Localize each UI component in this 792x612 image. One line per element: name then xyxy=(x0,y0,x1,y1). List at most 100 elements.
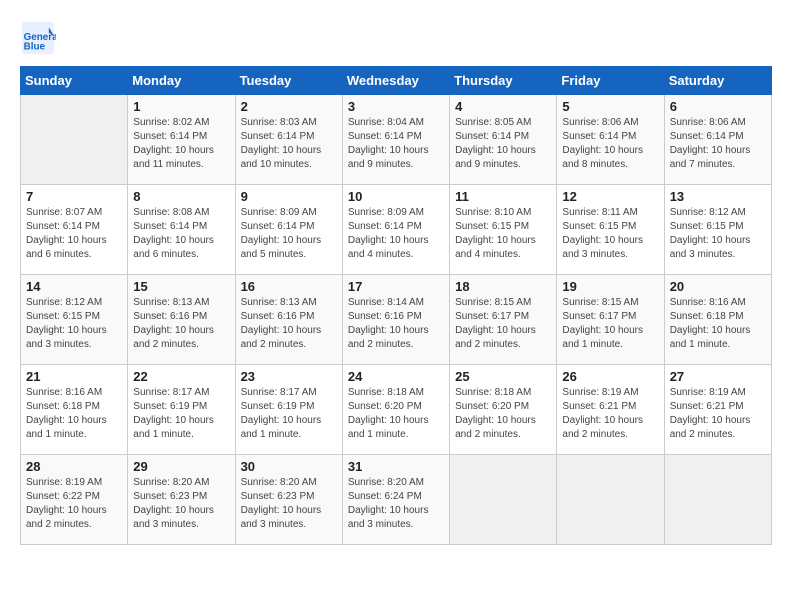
day-info: Sunrise: 8:15 AM Sunset: 6:17 PM Dayligh… xyxy=(455,296,551,352)
calendar-cell: 4 Sunrise: 8:05 AM Sunset: 6:14 PM Daylig… xyxy=(450,95,557,185)
day-info: Sunrise: 8:17 AM Sunset: 6:19 PM Dayligh… xyxy=(133,386,229,442)
day-info: Sunrise: 8:17 AM Sunset: 6:19 PM Dayligh… xyxy=(241,386,337,442)
day-info: Sunrise: 8:09 AM Sunset: 6:14 PM Dayligh… xyxy=(348,206,444,262)
weekday-header-thursday: Thursday xyxy=(450,67,557,95)
calendar-cell: 9 Sunrise: 8:09 AM Sunset: 6:14 PM Daylig… xyxy=(235,185,342,275)
week-row-1: 1 Sunrise: 8:02 AM Sunset: 6:14 PM Daylig… xyxy=(21,95,772,185)
calendar-cell: 12Sunrise: 8:11 AM Sunset: 6:15 PM Dayli… xyxy=(557,185,664,275)
calendar-cell: 21Sunrise: 8:16 AM Sunset: 6:18 PM Dayli… xyxy=(21,365,128,455)
day-info: Sunrise: 8:02 AM Sunset: 6:14 PM Dayligh… xyxy=(133,116,229,172)
day-number: 31 xyxy=(348,459,444,474)
day-info: Sunrise: 8:12 AM Sunset: 6:15 PM Dayligh… xyxy=(670,206,766,262)
day-number: 7 xyxy=(26,189,122,204)
day-info: Sunrise: 8:19 AM Sunset: 6:21 PM Dayligh… xyxy=(562,386,658,442)
calendar-cell: 31 Sunrise: 8:20 AM Sunset: 6:24 PM Dayli… xyxy=(342,455,449,545)
day-info: Sunrise: 8:16 AM Sunset: 6:18 PM Dayligh… xyxy=(670,296,766,352)
calendar-cell: 20 Sunrise: 8:16 AM Sunset: 6:18 PM Dayli… xyxy=(664,275,771,365)
day-number: 27 xyxy=(670,369,766,384)
calendar-cell: 22 Sunrise: 8:17 AM Sunset: 6:19 PM Dayli… xyxy=(128,365,235,455)
calendar-cell: 11 Sunrise: 8:10 AM Sunset: 6:15 PM Dayli… xyxy=(450,185,557,275)
day-info: Sunrise: 8:09 AM Sunset: 6:14 PM Dayligh… xyxy=(241,206,337,262)
day-info: Sunrise: 8:11 AM Sunset: 6:15 PM Dayligh… xyxy=(562,206,658,262)
day-info: Sunrise: 8:03 AM Sunset: 6:14 PM Dayligh… xyxy=(241,116,337,172)
day-number: 1 xyxy=(133,99,229,114)
day-number: 5 xyxy=(562,99,658,114)
calendar-cell: 15 Sunrise: 8:13 AM Sunset: 6:16 PM Dayli… xyxy=(128,275,235,365)
day-info: Sunrise: 8:19 AM Sunset: 6:21 PM Dayligh… xyxy=(670,386,766,442)
day-number: 17 xyxy=(348,279,444,294)
calendar-cell: 10 Sunrise: 8:09 AM Sunset: 6:14 PM Dayli… xyxy=(342,185,449,275)
page-header: General Blue xyxy=(20,20,772,56)
day-number: 2 xyxy=(241,99,337,114)
day-number: 20 xyxy=(670,279,766,294)
calendar-cell: 19Sunrise: 8:15 AM Sunset: 6:17 PM Dayli… xyxy=(557,275,664,365)
day-number: 11 xyxy=(455,189,551,204)
weekday-header-saturday: Saturday xyxy=(664,67,771,95)
calendar-cell: 16 Sunrise: 8:13 AM Sunset: 6:16 PM Dayli… xyxy=(235,275,342,365)
calendar-cell: 24 Sunrise: 8:18 AM Sunset: 6:20 PM Dayli… xyxy=(342,365,449,455)
day-info: Sunrise: 8:06 AM Sunset: 6:14 PM Dayligh… xyxy=(670,116,766,172)
calendar-cell: 1 Sunrise: 8:02 AM Sunset: 6:14 PM Daylig… xyxy=(128,95,235,185)
calendar-cell: 23 Sunrise: 8:17 AM Sunset: 6:19 PM Dayli… xyxy=(235,365,342,455)
calendar-cell: 25 Sunrise: 8:18 AM Sunset: 6:20 PM Dayli… xyxy=(450,365,557,455)
calendar-cell xyxy=(21,95,128,185)
week-row-2: 7 Sunrise: 8:07 AM Sunset: 6:14 PM Daylig… xyxy=(21,185,772,275)
calendar-cell: 8 Sunrise: 8:08 AM Sunset: 6:14 PM Daylig… xyxy=(128,185,235,275)
day-info: Sunrise: 8:10 AM Sunset: 6:15 PM Dayligh… xyxy=(455,206,551,262)
weekday-header-wednesday: Wednesday xyxy=(342,67,449,95)
day-number: 6 xyxy=(670,99,766,114)
day-number: 23 xyxy=(241,369,337,384)
week-row-5: 28Sunrise: 8:19 AM Sunset: 6:22 PM Dayli… xyxy=(21,455,772,545)
day-number: 8 xyxy=(133,189,229,204)
calendar-cell: 7 Sunrise: 8:07 AM Sunset: 6:14 PM Daylig… xyxy=(21,185,128,275)
calendar-cell: 27 Sunrise: 8:19 AM Sunset: 6:21 PM Dayli… xyxy=(664,365,771,455)
day-number: 14 xyxy=(26,279,122,294)
calendar-table: SundayMondayTuesdayWednesdayThursdayFrid… xyxy=(20,66,772,545)
day-number: 26 xyxy=(562,369,658,384)
calendar-cell xyxy=(557,455,664,545)
day-info: Sunrise: 8:20 AM Sunset: 6:23 PM Dayligh… xyxy=(241,476,337,532)
day-info: Sunrise: 8:13 AM Sunset: 6:16 PM Dayligh… xyxy=(241,296,337,352)
day-info: Sunrise: 8:19 AM Sunset: 6:22 PM Dayligh… xyxy=(26,476,122,532)
calendar-cell: 14Sunrise: 8:12 AM Sunset: 6:15 PM Dayli… xyxy=(21,275,128,365)
calendar-cell: 3Sunrise: 8:04 AM Sunset: 6:14 PM Daylig… xyxy=(342,95,449,185)
day-number: 29 xyxy=(133,459,229,474)
day-info: Sunrise: 8:20 AM Sunset: 6:24 PM Dayligh… xyxy=(348,476,444,532)
day-info: Sunrise: 8:08 AM Sunset: 6:14 PM Dayligh… xyxy=(133,206,229,262)
day-number: 3 xyxy=(348,99,444,114)
day-info: Sunrise: 8:13 AM Sunset: 6:16 PM Dayligh… xyxy=(133,296,229,352)
weekday-header-sunday: Sunday xyxy=(21,67,128,95)
weekday-header-friday: Friday xyxy=(557,67,664,95)
day-number: 10 xyxy=(348,189,444,204)
day-number: 25 xyxy=(455,369,551,384)
svg-text:Blue: Blue xyxy=(24,42,46,53)
day-number: 22 xyxy=(133,369,229,384)
calendar-cell: 29 Sunrise: 8:20 AM Sunset: 6:23 PM Dayli… xyxy=(128,455,235,545)
calendar-cell: 28Sunrise: 8:19 AM Sunset: 6:22 PM Dayli… xyxy=(21,455,128,545)
calendar-cell: 17Sunrise: 8:14 AM Sunset: 6:16 PM Dayli… xyxy=(342,275,449,365)
day-number: 18 xyxy=(455,279,551,294)
day-number: 13 xyxy=(670,189,766,204)
weekday-header-monday: Monday xyxy=(128,67,235,95)
weekday-header-tuesday: Tuesday xyxy=(235,67,342,95)
calendar-cell xyxy=(664,455,771,545)
day-info: Sunrise: 8:07 AM Sunset: 6:14 PM Dayligh… xyxy=(26,206,122,262)
logo: General Blue xyxy=(20,20,60,56)
day-number: 16 xyxy=(241,279,337,294)
day-info: Sunrise: 8:20 AM Sunset: 6:23 PM Dayligh… xyxy=(133,476,229,532)
day-number: 30 xyxy=(241,459,337,474)
day-info: Sunrise: 8:05 AM Sunset: 6:14 PM Dayligh… xyxy=(455,116,551,172)
day-info: Sunrise: 8:18 AM Sunset: 6:20 PM Dayligh… xyxy=(455,386,551,442)
day-number: 9 xyxy=(241,189,337,204)
calendar-cell: 5 Sunrise: 8:06 AM Sunset: 6:14 PM Daylig… xyxy=(557,95,664,185)
day-info: Sunrise: 8:18 AM Sunset: 6:20 PM Dayligh… xyxy=(348,386,444,442)
day-info: Sunrise: 8:06 AM Sunset: 6:14 PM Dayligh… xyxy=(562,116,658,172)
week-row-3: 14Sunrise: 8:12 AM Sunset: 6:15 PM Dayli… xyxy=(21,275,772,365)
calendar-cell: 26 Sunrise: 8:19 AM Sunset: 6:21 PM Dayli… xyxy=(557,365,664,455)
day-number: 4 xyxy=(455,99,551,114)
weekday-header-row: SundayMondayTuesdayWednesdayThursdayFrid… xyxy=(21,67,772,95)
day-number: 15 xyxy=(133,279,229,294)
day-number: 24 xyxy=(348,369,444,384)
calendar-cell: 2 Sunrise: 8:03 AM Sunset: 6:14 PM Daylig… xyxy=(235,95,342,185)
calendar-cell: 18 Sunrise: 8:15 AM Sunset: 6:17 PM Dayli… xyxy=(450,275,557,365)
